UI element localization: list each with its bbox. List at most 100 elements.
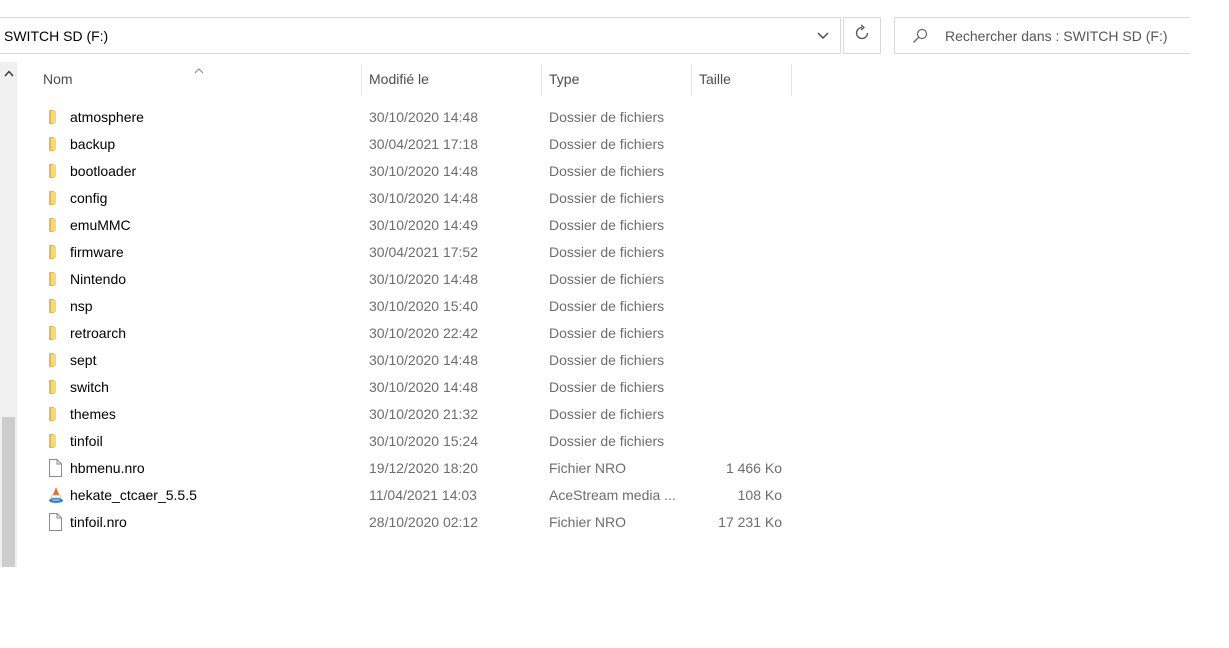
file-name[interactable]: hbmenu.nro [70,460,145,476]
file-modified: 30/10/2020 14:48 [369,352,478,368]
refresh-icon [853,24,871,47]
column-header-name[interactable]: Nom [35,62,361,96]
list-item[interactable]: switch 30/10/2020 14:48 Dossier de fichier… [17,374,797,401]
list-item[interactable]: emuMMC 30/10/2020 14:49 Dossier de fichier… [17,212,797,239]
list-item[interactable]: atmosphere 30/10/2020 14:48 Dossier de fic… [17,104,797,131]
file-name[interactable]: themes [70,406,116,422]
folder-icon [47,162,63,180]
list-item[interactable]: bootloader 30/10/2020 14:48 Dossier de fic… [17,158,797,185]
chevron-down-icon[interactable] [806,18,840,53]
file-modified: 30/04/2021 17:18 [369,136,478,152]
file-name[interactable]: nsp [70,298,93,314]
file-modified: 30/10/2020 15:24 [369,433,478,449]
file-type: Dossier de fichiers [549,271,665,287]
address-bar[interactable]: SWITCH SD (F:) [0,17,841,54]
file-modified: 30/10/2020 14:48 [369,379,478,395]
column-header-type[interactable]: Type [541,62,691,96]
file-type: Dossier de fichiers [549,325,665,341]
list-item[interactable]: retroarch 30/10/2020 22:42 Dossier de fich… [17,320,797,347]
list-item[interactable]: Nintendo 30/10/2020 14:48 Dossier de fichi… [17,266,797,293]
file-modified: 30/04/2021 17:52 [369,244,478,260]
folder-icon [47,378,63,396]
file-type: Dossier de fichiers [549,298,665,314]
search-icon [895,28,945,44]
folder-icon [47,432,63,450]
file-name[interactable]: bootloader [70,163,136,179]
file-name[interactable]: switch [70,379,109,395]
list-item[interactable]: tinfoil 30/10/2020 15:24 Dossier de fichie… [17,428,797,455]
file-modified: 30/10/2020 14:48 [369,190,478,206]
file-modified: 28/10/2020 02:12 [369,514,478,530]
vertical-scrollbar[interactable] [0,62,17,567]
file-name[interactable]: tinfoil.nro [70,514,127,530]
file-type: Dossier de fichiers [549,163,665,179]
file-modified: 19/12/2020 18:20 [369,460,478,476]
file-modified: 30/10/2020 21:32 [369,406,478,422]
file-name[interactable]: retroarch [70,325,126,341]
list-item[interactable]: hekate_ctcaer_5.5.5 11/04/2021 14:03 AceSt… [17,482,797,509]
file-type: Dossier de fichiers [549,379,665,395]
file-name[interactable]: hekate_ctcaer_5.5.5 [70,487,197,503]
file-type: Dossier de fichiers [549,244,665,260]
list-item[interactable]: sept 30/10/2020 14:48 Dossier de fichiers [17,347,797,374]
file-modified: 30/10/2020 22:42 [369,325,478,341]
file-type: Dossier de fichiers [549,352,665,368]
file-size: 17 231 Ko [718,514,782,530]
file-icon [47,459,63,477]
file-type: Dossier de fichiers [549,109,665,125]
scroll-up-icon[interactable] [0,62,17,84]
folder-icon [47,297,63,315]
file-list: atmosphere 30/10/2020 14:48 Dossier de fic… [17,104,797,536]
search-input[interactable]: Rechercher dans : SWITCH SD (F:) [945,28,1168,44]
file-modified: 30/10/2020 14:48 [369,109,478,125]
folder-icon [47,324,63,342]
column-divider[interactable] [791,64,792,96]
file-name[interactable]: atmosphere [70,109,144,125]
file-name[interactable]: Nintendo [70,271,126,287]
acestream-icon [47,486,63,504]
file-name[interactable]: config [70,190,107,206]
file-icon [47,513,63,531]
list-item[interactable]: themes 30/10/2020 21:32 Dossier de fichier… [17,401,797,428]
file-type: AceStream media ... [549,487,676,503]
file-type: Fichier NRO [549,460,627,476]
file-size: 1 466 Ko [725,460,782,476]
file-type: Dossier de fichiers [549,217,665,233]
file-type: Dossier de fichiers [549,406,665,422]
list-item[interactable]: nsp 30/10/2020 15:40 Dossier de fichiers [17,293,797,320]
file-name[interactable]: backup [70,136,115,152]
list-item[interactable]: hbmenu.nro 19/12/2020 18:20 Fichier NRO 1 4… [17,455,797,482]
file-modified: 30/10/2020 14:49 [369,217,478,233]
file-modified: 11/04/2021 14:03 [369,487,477,503]
file-size: 108 Ko [737,487,782,503]
file-name[interactable]: firmware [70,244,124,260]
file-name[interactable]: emuMMC [70,217,131,233]
refresh-button[interactable] [843,17,881,54]
column-header-size[interactable]: Taille [691,62,791,96]
list-item[interactable]: tinfoil.nro 28/10/2020 02:12 Fichier NRO 17… [17,509,797,536]
file-type: Fichier NRO [549,514,627,530]
file-type: Dossier de fichiers [549,190,665,206]
address-path[interactable]: SWITCH SD (F:) [0,28,806,44]
file-modified: 30/10/2020 14:48 [369,271,478,287]
list-item[interactable]: config 30/10/2020 14:48 Dossier de fichier… [17,185,797,212]
file-modified: 30/10/2020 14:48 [369,163,478,179]
list-item[interactable]: backup 30/04/2021 17:18 Dossier de fichier… [17,131,797,158]
file-modified: 30/10/2020 15:40 [369,298,478,314]
scrollbar-thumb[interactable] [2,417,15,567]
folder-icon [47,108,63,126]
folder-icon [47,405,63,423]
column-header-modified[interactable]: Modifié le [361,62,541,96]
file-type: Dossier de fichiers [549,136,665,152]
list-item[interactable]: firmware 30/04/2021 17:52 Dossier de fichi… [17,239,797,266]
search-box[interactable]: Rechercher dans : SWITCH SD (F:) [894,17,1190,54]
file-name[interactable]: tinfoil [70,433,103,449]
folder-icon [47,351,63,369]
folder-icon [47,243,63,261]
folder-icon [47,216,63,234]
folder-icon [47,189,63,207]
folder-icon [47,135,63,153]
file-name[interactable]: sept [70,352,96,368]
file-type: Dossier de fichiers [549,433,665,449]
column-headers: Nom Modifié le Type Taille [17,62,797,97]
